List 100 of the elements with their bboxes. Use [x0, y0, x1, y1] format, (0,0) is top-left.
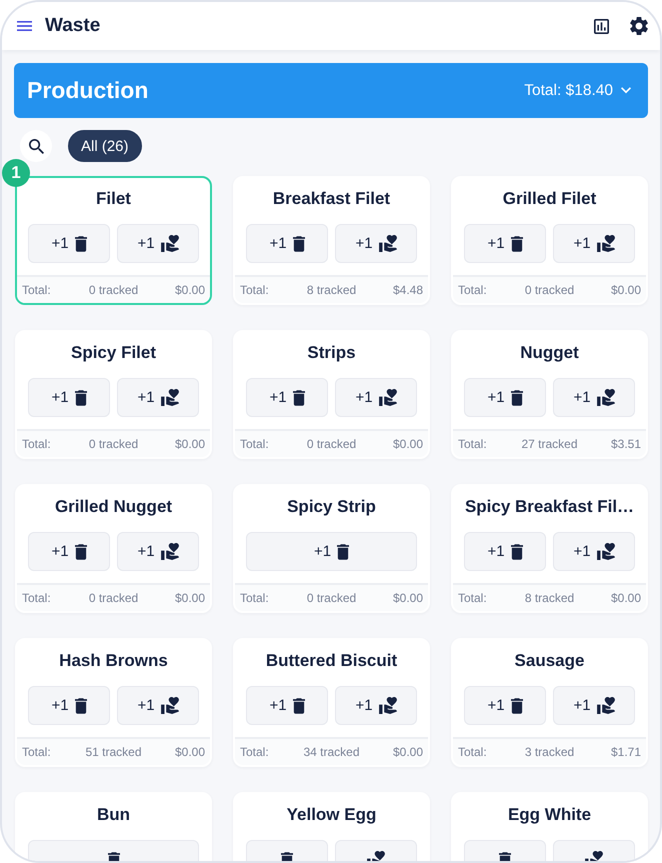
- add-waste-button[interactable]: +1: [28, 532, 110, 571]
- add-waste-button[interactable]: +1: [246, 532, 417, 571]
- add-donation-button[interactable]: +1: [335, 224, 417, 263]
- item-card[interactable]: Egg White: [451, 792, 648, 861]
- item-card[interactable]: Bun: [15, 792, 212, 861]
- add-waste-button[interactable]: +1: [246, 224, 328, 263]
- add-donation-button[interactable]: +1: [553, 532, 635, 571]
- trash-icon: [74, 544, 87, 560]
- add-donation-button[interactable]: +1: [553, 378, 635, 417]
- item-name: Grilled Filet: [502, 188, 598, 210]
- hand-heart-icon: [378, 697, 397, 714]
- tracked-count: 34 tracked: [303, 745, 360, 759]
- tracked-count: 0 tracked: [88, 283, 138, 297]
- total-amount: $0.00: [610, 591, 641, 605]
- total-amount: $0.00: [392, 745, 423, 759]
- item-card[interactable]: Breakfast Filet +1 +1 Total: 8 tracked $4.48: [233, 176, 430, 305]
- total-amount: $0.00: [174, 437, 205, 451]
- item-card[interactable]: Grilled Filet +1 +1 Total: 0 tracked $0.00: [451, 176, 648, 305]
- hand-heart-icon: [596, 543, 615, 560]
- trash-icon: [74, 236, 87, 252]
- add-donation-button[interactable]: +1: [117, 532, 199, 571]
- search-button[interactable]: [20, 130, 52, 162]
- item-card[interactable]: Strips +1 +1 Total: 0 tracked $0.00: [233, 330, 430, 459]
- total-amount: $0.00: [174, 283, 205, 297]
- add-waste-button[interactable]: +1: [464, 224, 546, 263]
- hand-heart-icon: [160, 235, 179, 252]
- tracked-count: 0 tracked: [88, 591, 138, 605]
- menu-icon[interactable]: [17, 21, 32, 31]
- bar-chart-icon[interactable]: [594, 18, 609, 34]
- category-title: Production: [27, 77, 148, 104]
- add-donation-button[interactable]: +1: [553, 686, 635, 725]
- add-waste-button[interactable]: +1: [464, 378, 546, 417]
- tracked-count: 0 tracked: [524, 283, 574, 297]
- total-amount: $0.00: [610, 283, 641, 297]
- trash-icon: [510, 544, 523, 560]
- hand-heart-icon: [160, 697, 179, 714]
- item-name: Spicy Breakfast Fil…: [464, 496, 636, 518]
- footer-label: Total:: [22, 745, 51, 759]
- item-name: Grilled Nugget: [54, 496, 174, 518]
- total-amount: $0.00: [174, 591, 205, 605]
- tracked-count: 27 tracked: [521, 437, 578, 451]
- hand-heart-icon: [378, 389, 397, 406]
- add-donation-button[interactable]: +1: [335, 686, 417, 725]
- item-name: Egg White: [506, 804, 592, 826]
- tracked-count: 0 tracked: [306, 591, 356, 605]
- item-card[interactable]: Grilled Nugget +1 +1 Total: 0 tracked $0.00: [15, 484, 212, 613]
- item-card[interactable]: Nugget +1 +1 Total: 27 tracked $3.51: [451, 330, 648, 459]
- footer-label: Total:: [240, 283, 269, 297]
- footer-label: Total:: [458, 283, 487, 297]
- item-card[interactable]: Spicy Filet +1 +1 Total: 0 tracked $0.00: [15, 330, 212, 459]
- add-waste-button[interactable]: +1: [28, 224, 110, 263]
- item-card[interactable]: Spicy Breakfast Fil… +1 +1 Total: 8 tracked $0.00: [451, 484, 648, 613]
- item-name: Sausage: [514, 650, 586, 672]
- item-name: Spicy Strip: [286, 496, 377, 518]
- item-card[interactable]: Hash Browns +1 +1 Total: 51 tracked $0.00: [15, 638, 212, 767]
- add-waste-button[interactable]: +1: [464, 532, 546, 571]
- hand-heart-icon: [596, 697, 615, 714]
- add-waste-button[interactable]: +1: [464, 686, 546, 725]
- total-amount: $0.00: [392, 591, 423, 605]
- settings-icon[interactable]: [630, 17, 648, 35]
- trash-icon: [510, 698, 523, 714]
- filter-chip[interactable]: All (26): [68, 130, 142, 162]
- item-name: Buttered Biscuit: [264, 650, 398, 672]
- step-number-badge: 1: [2, 159, 30, 187]
- item-card[interactable]: Spicy Strip +1 Total: 0 tracked $0.00: [233, 484, 430, 613]
- item-card[interactable]: Buttered Biscuit +1 +1 Total: 34 tracked $0.00: [233, 638, 430, 767]
- tracked-count: 0 tracked: [88, 437, 138, 451]
- trash-icon: [337, 544, 350, 560]
- footer-label: Total:: [240, 591, 269, 605]
- tracked-count: 3 tracked: [524, 745, 574, 759]
- trash-icon: [292, 236, 305, 252]
- chevron-down-icon: [621, 87, 631, 94]
- footer-label: Total:: [240, 745, 269, 759]
- add-donation-button[interactable]: +1: [335, 378, 417, 417]
- item-name: Yellow Egg: [286, 804, 378, 826]
- add-donation-button[interactable]: +1: [553, 224, 635, 263]
- add-waste-button[interactable]: +1: [246, 378, 328, 417]
- footer-label: Total:: [240, 437, 269, 451]
- trash-icon: [74, 390, 87, 406]
- trash-icon: [292, 390, 305, 406]
- search-icon: [28, 138, 44, 154]
- hand-heart-icon: [596, 389, 615, 406]
- item-name: Spicy Filet: [70, 342, 158, 364]
- trash-icon: [510, 236, 523, 252]
- add-waste-button[interactable]: +1: [246, 686, 328, 725]
- total-amount: $1.71: [610, 745, 641, 759]
- add-donation-button[interactable]: +1: [117, 224, 199, 263]
- add-donation-button[interactable]: +1: [117, 378, 199, 417]
- item-card[interactable]: Yellow Egg: [233, 792, 430, 861]
- item-card[interactable]: Sausage +1 +1 Total: 3 tracked $1.71: [451, 638, 648, 767]
- page-title: Waste: [45, 15, 102, 37]
- total-amount: $0.00: [392, 437, 423, 451]
- item-name: Bun: [96, 804, 132, 826]
- total-amount: $3.51: [610, 437, 641, 451]
- hand-heart-icon: [160, 389, 179, 406]
- add-waste-button[interactable]: +1: [28, 378, 110, 417]
- footer-label: Total:: [22, 283, 51, 297]
- add-donation-button[interactable]: +1: [117, 686, 199, 725]
- footer-label: Total:: [458, 437, 487, 451]
- add-waste-button[interactable]: +1: [28, 686, 110, 725]
